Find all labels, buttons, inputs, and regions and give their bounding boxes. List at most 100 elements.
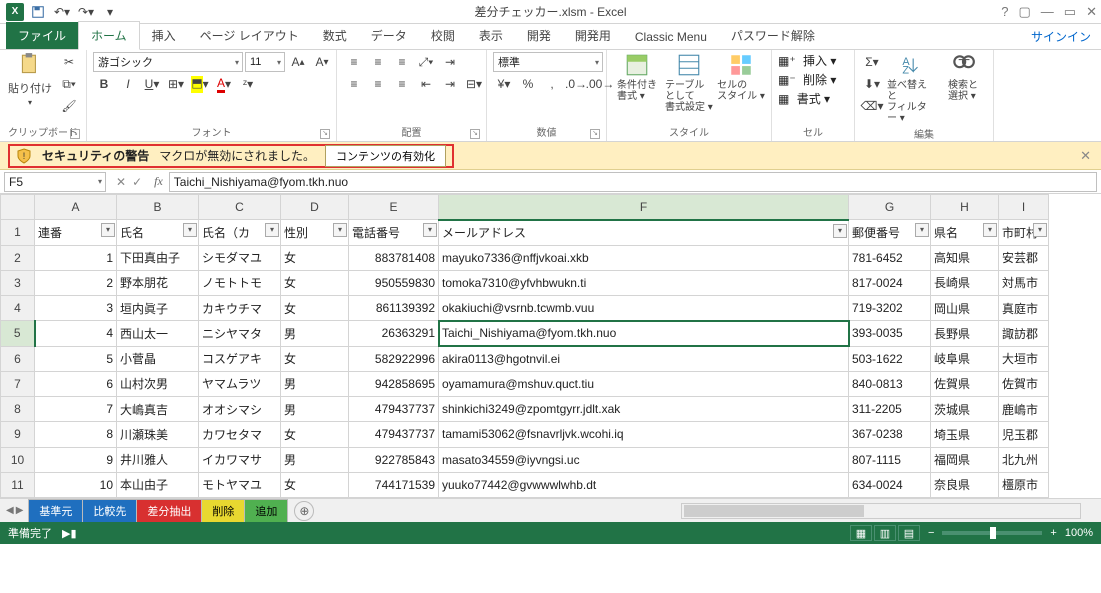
cell-F9[interactable]: tamami53062@fsnavrljvk.wcohi.iq [439,422,849,447]
cell-C8[interactable]: オオシマシ [199,397,281,422]
row-header-2[interactable]: 2 [1,245,35,270]
zoom-level[interactable]: 100% [1065,527,1093,539]
decrease-indent-button[interactable]: ⇤ [415,74,437,94]
cell-B2[interactable]: 下田真由子 [117,245,199,270]
tab-classic-menu[interactable]: Classic Menu [623,25,719,49]
macro-record-button[interactable]: ▶▮ [62,527,77,540]
cell-E8[interactable]: 479437737 [349,397,439,422]
fill-color-button[interactable]: ⬒▾ [189,74,211,94]
increase-font-button[interactable]: A▴ [287,52,309,72]
cell-E7[interactable]: 942858695 [349,371,439,396]
cell-B8[interactable]: 大嶋真吉 [117,397,199,422]
cell-D11[interactable]: 女 [281,472,349,497]
cell-H10[interactable]: 福岡県 [931,447,999,472]
header-cell-G[interactable]: 郵便番号▾ [849,220,931,245]
header-cell-I[interactable]: 市町村▾ [999,220,1049,245]
sheet-tab-3[interactable]: 削除 [201,499,245,522]
border-button[interactable]: ⊞▾ [165,74,187,94]
cut-button[interactable]: ✂ [58,52,80,72]
cell-D7[interactable]: 男 [281,371,349,396]
zoom-out-button[interactable]: − [928,527,934,539]
cell-E9[interactable]: 479437737 [349,422,439,447]
normal-view-button[interactable]: ▦ [850,525,872,541]
header-cell-C[interactable]: 氏名（カ▾ [199,220,281,245]
close-button[interactable]: ✕ [1086,4,1097,20]
cell-C10[interactable]: イカワマサ [199,447,281,472]
align-bottom-button[interactable]: ≡ [391,52,413,72]
cell-A2[interactable]: 1 [35,245,117,270]
column-header-G[interactable]: G [849,195,931,220]
sheet-tab-4[interactable]: 追加 [244,499,288,522]
cell-G4[interactable]: 719-3202 [849,296,931,321]
find-select-button[interactable]: 検索と 選択 ▾ [939,52,987,102]
cell-D3[interactable]: 女 [281,270,349,295]
tab-developer[interactable]: 開発 [515,22,563,49]
header-cell-F[interactable]: メールアドレス▾ [439,220,849,245]
header-cell-H[interactable]: 県名▾ [931,220,999,245]
number-format-combo[interactable]: 標準 [493,52,603,72]
select-all-corner[interactable] [1,195,35,220]
cell-F6[interactable]: akira0113@hgotnvil.ei [439,346,849,371]
cell-C3[interactable]: ノモトトモ [199,270,281,295]
sheet-tab-2[interactable]: 差分抽出 [136,499,202,522]
cell-F7[interactable]: oyamamura@mshuv.quct.tiu [439,371,849,396]
cell-G9[interactable]: 367-0238 [849,422,931,447]
redo-button[interactable]: ↷▾ [76,2,96,22]
enter-formula-button[interactable]: ✓ [132,175,142,189]
column-header-A[interactable]: A [35,195,117,220]
tab-file[interactable]: ファイル [6,22,78,49]
cell-C9[interactable]: カワセタマ [199,422,281,447]
cell-B11[interactable]: 本山由子 [117,472,199,497]
autosum-button[interactable]: Σ▾ [861,52,883,72]
tab-view[interactable]: 表示 [467,22,515,49]
tab-data[interactable]: データ [359,22,419,49]
zoom-in-button[interactable]: + [1050,527,1056,539]
align-right-button[interactable]: ≡ [391,74,413,94]
undo-button[interactable]: ↶▾ [52,2,72,22]
format-as-table-button[interactable]: テーブルとして 書式設定 ▾ [665,52,713,113]
cell-D10[interactable]: 男 [281,447,349,472]
fill-button[interactable]: ⬇▾ [861,74,883,94]
cell-G5[interactable]: 393-0035 [849,321,931,346]
row-header-3[interactable]: 3 [1,270,35,295]
cell-F11[interactable]: yuuko77442@gvwwwlwhb.dt [439,472,849,497]
cell-B5[interactable]: 西山太一 [117,321,199,346]
increase-decimal-button[interactable]: .0→ [565,74,587,94]
copy-button[interactable]: ⧉▾ [58,74,80,94]
qat-customize-button[interactable]: ▾ [100,2,120,22]
sheet-tab-0[interactable]: 基準元 [28,499,83,522]
cell-I10[interactable]: 北九州 [999,447,1049,472]
format-painter-button[interactable]: 🖌 [58,96,80,116]
cell-A4[interactable]: 3 [35,296,117,321]
underline-button[interactable]: U▾ [141,74,163,94]
format-cells-button[interactable]: ▦ 書式 ▾ [778,90,848,107]
filter-button-C[interactable]: ▾ [265,223,279,237]
paste-button[interactable]: 貼り付け▾ [6,52,54,107]
cell-F4[interactable]: okakiuchi@vsrnb.tcwmb.vuu [439,296,849,321]
cell-A8[interactable]: 7 [35,397,117,422]
sheet-tab-1[interactable]: 比較先 [82,499,137,522]
cell-E3[interactable]: 950559830 [349,270,439,295]
filter-button-A[interactable]: ▾ [101,223,115,237]
minimize-button[interactable]: — [1041,4,1054,20]
row-header-11[interactable]: 11 [1,472,35,497]
tab-formulas[interactable]: 数式 [311,22,359,49]
cell-I2[interactable]: 安芸郡 [999,245,1049,270]
cell-H6[interactable]: 岐阜県 [931,346,999,371]
cell-D9[interactable]: 女 [281,422,349,447]
cell-E4[interactable]: 861139392 [349,296,439,321]
cancel-formula-button[interactable]: ✕ [116,175,126,189]
percent-format-button[interactable]: % [517,74,539,94]
row-header-5[interactable]: 5 [1,321,35,346]
cell-F10[interactable]: masato34559@iyvngsi.uc [439,447,849,472]
header-cell-A[interactable]: 連番▾ [35,220,117,245]
header-cell-D[interactable]: 性別▾ [281,220,349,245]
cell-H4[interactable]: 岡山県 [931,296,999,321]
cell-H3[interactable]: 長崎県 [931,270,999,295]
sheet-nav-prev[interactable]: ◀ [6,505,14,516]
align-center-button[interactable]: ≡ [367,74,389,94]
delete-cells-button[interactable]: ▦⁻ 削除 ▾ [778,71,848,88]
cell-D8[interactable]: 男 [281,397,349,422]
clipboard-dialog-launcher[interactable]: ↘ [70,129,80,139]
cell-A11[interactable]: 10 [35,472,117,497]
